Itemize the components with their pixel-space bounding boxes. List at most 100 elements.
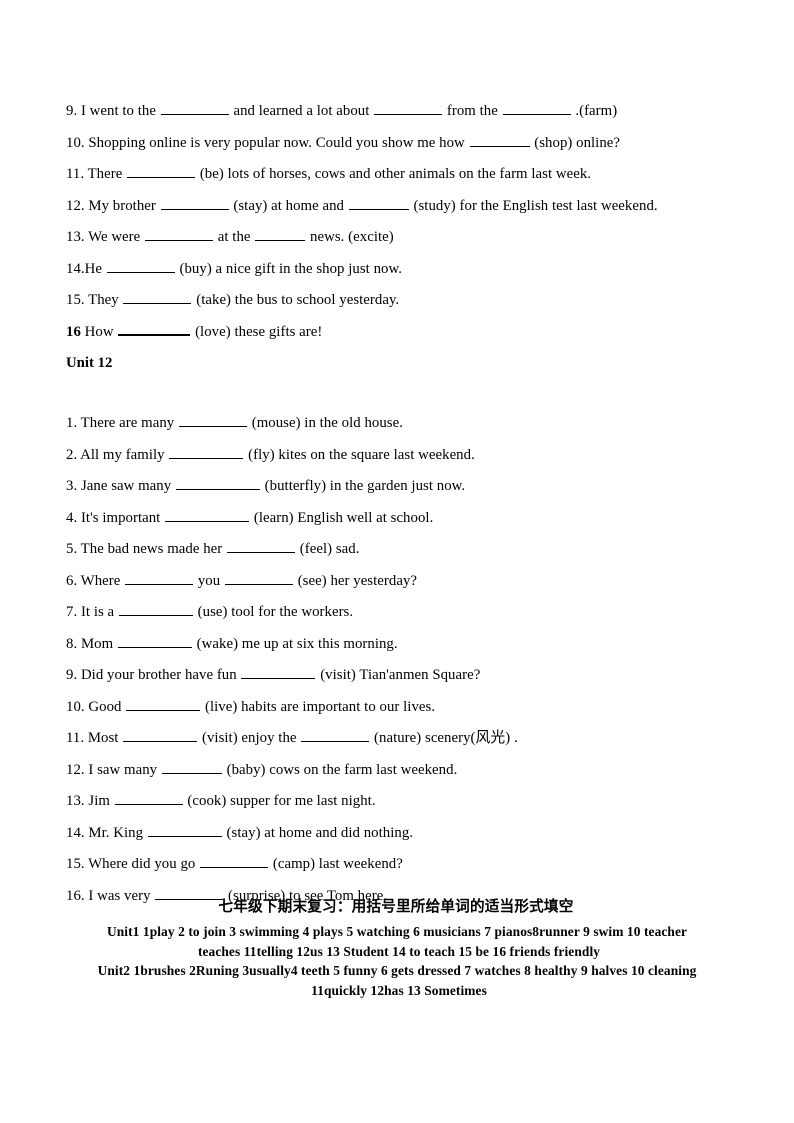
exercise-text: (shop) online? bbox=[530, 134, 621, 151]
answer-key-unit2-line1: Unit2 1brushes 2Runing 3usually4 teeth 5… bbox=[97, 963, 697, 978]
fill-in-blank[interactable] bbox=[227, 538, 295, 553]
exercise-text: (learn) English well at school. bbox=[250, 509, 434, 526]
fill-in-blank[interactable] bbox=[123, 727, 198, 742]
fill-in-blank[interactable] bbox=[200, 853, 269, 868]
exercise-text: (visit) Tian'anmen Square? bbox=[316, 667, 481, 683]
exercise-text: at the bbox=[214, 229, 255, 245]
exercise-text: (butterfly) in the garden just now. bbox=[260, 478, 466, 494]
fill-in-blank[interactable] bbox=[125, 570, 194, 585]
unit12-exercise-list: 1. There are many (mouse) in the old hou… bbox=[66, 408, 726, 912]
exercise-text: (baby) cows on the farm last weekend. bbox=[222, 761, 458, 778]
exercise-text: 7. It is a bbox=[66, 604, 118, 620]
exercise-text: 15. Where did you go bbox=[66, 856, 200, 872]
exercise-item: 9. Did your brother have fun (visit) Tia… bbox=[66, 660, 726, 692]
answer-key-unit1: Unit1 1play 2 to join 3 swimming 4 plays… bbox=[66, 922, 726, 961]
fill-in-blank[interactable] bbox=[175, 475, 260, 490]
exercise-text: (camp) last weekend? bbox=[269, 856, 403, 872]
exercise-text: How bbox=[80, 323, 118, 340]
exercise-item: 8. Mom (wake) me up at six this morning. bbox=[66, 629, 726, 661]
unit12-heading: Unit 12 bbox=[66, 355, 113, 371]
exercise-item: 11. There (be) lots of horses, cows and … bbox=[66, 159, 726, 191]
fill-in-blank[interactable] bbox=[301, 727, 370, 742]
exercise-item: 4. It's important (learn) English well a… bbox=[66, 503, 726, 535]
exercise-text: (cook) supper for me last night. bbox=[183, 793, 376, 809]
exercise-text: (be) lots of horses, cows and other anim… bbox=[196, 166, 592, 182]
fill-in-blank[interactable] bbox=[160, 100, 229, 115]
exercise-text: 11. Most bbox=[66, 730, 123, 746]
exercise-text: you bbox=[194, 572, 224, 589]
exercise-text: 14. Mr. King bbox=[66, 824, 147, 841]
exercise-item: 10. Good (live) habits are important to … bbox=[66, 692, 726, 724]
worksheet-page: 9. I went to the and learned a lot about… bbox=[0, 0, 794, 1123]
exercise-item: 15. Where did you go (camp) last weekend… bbox=[66, 849, 726, 881]
exercise-text: .(farm) bbox=[571, 103, 618, 119]
fill-in-blank[interactable] bbox=[127, 163, 196, 178]
exercise-text: 2. All my family bbox=[66, 446, 169, 463]
fill-in-blank[interactable] bbox=[224, 570, 293, 585]
fill-in-blank[interactable] bbox=[374, 100, 443, 115]
answer-key-unit2: Unit2 1brushes 2Runing 3usually4 teeth 5… bbox=[66, 961, 726, 1000]
fill-in-blank[interactable] bbox=[126, 696, 201, 711]
exercise-text: (feel) sad. bbox=[296, 541, 360, 557]
fill-in-blank[interactable] bbox=[502, 100, 571, 115]
exercise-text: 5. The bad news made her bbox=[66, 541, 226, 557]
fill-in-blank[interactable] bbox=[145, 226, 214, 241]
exercise-text: (love) these gifts are! bbox=[191, 323, 323, 340]
fill-in-blank[interactable] bbox=[117, 633, 192, 648]
exercise-text: and learned a lot about bbox=[229, 103, 374, 119]
exercise-text: 4. It's important bbox=[66, 509, 165, 526]
fill-in-blank[interactable] bbox=[114, 790, 183, 805]
fill-in-blank[interactable] bbox=[147, 822, 222, 837]
exercise-item: 10. Shopping online is very popular now.… bbox=[66, 128, 726, 160]
exercise-text: 1. There are many bbox=[66, 415, 178, 431]
exercise-text: (live) habits are important to our lives… bbox=[201, 698, 436, 715]
exercise-text: (stay) at home and did nothing. bbox=[222, 824, 414, 841]
exercise-text: 14.He bbox=[66, 260, 106, 277]
exercise-item: 13. Jim (cook) supper for me last night. bbox=[66, 786, 726, 818]
fill-in-blank[interactable] bbox=[169, 444, 244, 459]
exercise-text: (visit) enjoy the bbox=[198, 730, 301, 746]
exercise-text: (study) for the English test last weeken… bbox=[409, 197, 658, 214]
exercise-text: 9. Did your brother have fun bbox=[66, 667, 241, 683]
exercise-text: 8. Mom bbox=[66, 635, 117, 652]
exercise-item: 13. We were at the news. (excite) bbox=[66, 222, 726, 254]
exercise-text: from the bbox=[443, 103, 502, 119]
exercise-text: 13. Jim bbox=[66, 793, 114, 809]
exercise-text: 15. They bbox=[66, 292, 123, 308]
fill-in-blank[interactable] bbox=[123, 289, 192, 304]
exercise-item: 1. There are many (mouse) in the old hou… bbox=[66, 408, 726, 440]
exercise-item: 2. All my family (fly) kites on the squa… bbox=[66, 440, 726, 472]
exercise-text: (use) tool for the workers. bbox=[193, 604, 354, 620]
exercise-text: (nature) scenery(风光) . bbox=[370, 730, 518, 746]
exercise-item: 7. It is a (use) tool for the workers. bbox=[66, 597, 726, 629]
fill-in-blank[interactable] bbox=[160, 195, 229, 210]
exercise-item: 14.He (buy) a nice gift in the shop just… bbox=[66, 254, 726, 286]
fill-in-blank[interactable] bbox=[106, 258, 175, 273]
exercise-text: 12. My brother bbox=[66, 197, 160, 214]
exercise-item: 11. Most (visit) enjoy the (nature) scen… bbox=[66, 723, 726, 755]
fill-in-blank[interactable] bbox=[165, 507, 250, 522]
exercise-item: 14. Mr. King (stay) at home and did noth… bbox=[66, 818, 726, 850]
answer-key-unit2-line2: 11quickly 12has 13 Sometimes bbox=[311, 982, 487, 998]
exercise-text: 10. Shopping online is very popular now.… bbox=[66, 134, 469, 151]
fill-in-blank[interactable] bbox=[241, 664, 316, 679]
exercise-text: 10. Good bbox=[66, 698, 126, 715]
exercise-text: 9. I went to the bbox=[66, 103, 160, 119]
exercise-text: 13. We were bbox=[66, 229, 145, 245]
unit11-exercise-list: 9. I went to the and learned a lot about… bbox=[66, 96, 726, 348]
exercise-text: 6. Where bbox=[66, 572, 125, 589]
exercise-text: (mouse) in the old house. bbox=[247, 415, 403, 431]
exercise-item: 12. My brother (stay) at home and (study… bbox=[66, 191, 726, 223]
exercise-text: (buy) a nice gift in the shop just now. bbox=[175, 260, 402, 277]
exercise-text: 12. I saw many bbox=[66, 761, 161, 778]
fill-in-blank[interactable] bbox=[178, 412, 247, 427]
fill-in-blank[interactable] bbox=[161, 759, 222, 774]
exercise-text: 3. Jane saw many bbox=[66, 478, 175, 494]
exercise-item: 12. I saw many (baby) cows on the farm l… bbox=[66, 755, 726, 787]
fill-in-blank[interactable] bbox=[118, 601, 193, 616]
fill-in-blank[interactable] bbox=[255, 226, 306, 241]
item-number: 16 bbox=[66, 323, 81, 340]
fill-in-blank[interactable] bbox=[348, 195, 409, 210]
fill-in-blank[interactable] bbox=[469, 132, 530, 147]
fill-in-blank[interactable] bbox=[118, 320, 191, 336]
